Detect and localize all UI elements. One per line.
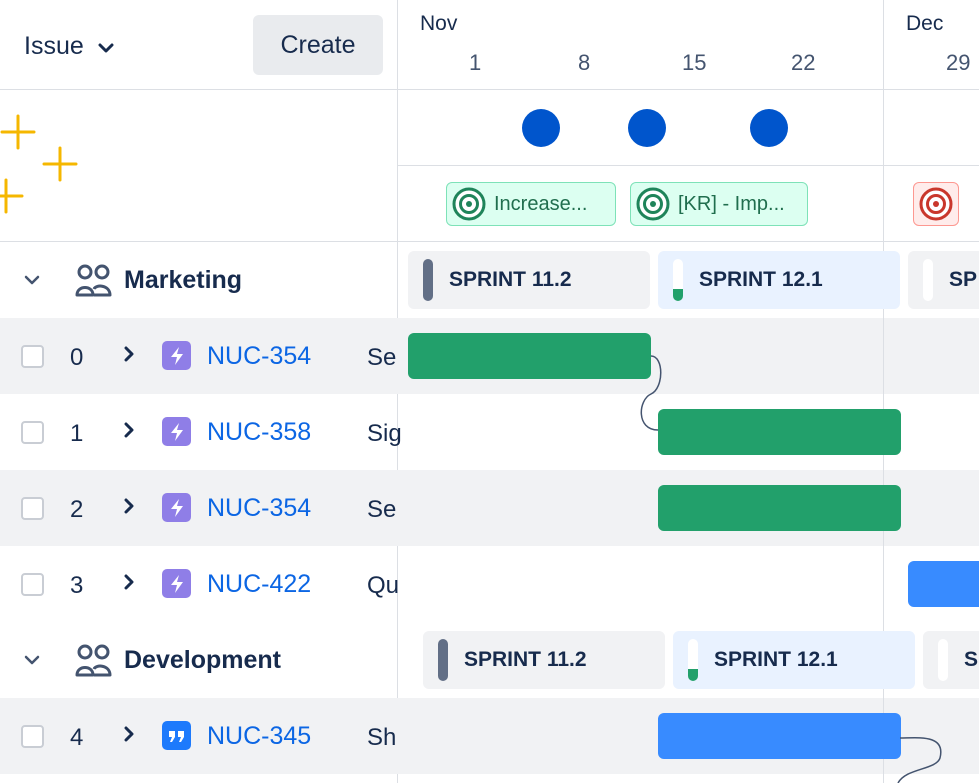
sprint-label: SPRINT 12.1: [699, 268, 823, 291]
sprint-label: SPRINT 12.1: [714, 648, 838, 671]
month-label: Nov: [420, 12, 458, 35]
chevron-right-icon[interactable]: [123, 342, 135, 368]
people-icon: [74, 642, 114, 683]
sprint-progress: [938, 639, 948, 681]
sprint-progress: [923, 259, 933, 301]
sprint-progress: [423, 259, 433, 301]
issue-key-link[interactable]: NUC-354: [207, 494, 311, 523]
people-icon: [74, 262, 114, 303]
day-label: 8: [578, 50, 591, 75]
sprint-label: SPRINT 11.2: [464, 648, 587, 671]
sprint-label: SPRINT 11.2: [449, 268, 572, 291]
target-icon: [919, 187, 953, 221]
sprint-chip[interactable]: SPRINT 12.1: [658, 251, 900, 309]
sprint-label: SP: [949, 268, 978, 291]
issue-summary: Se: [367, 344, 397, 371]
story-icon: [162, 721, 191, 750]
issue-summary: Sh: [367, 724, 397, 751]
milestone-marker[interactable]: [628, 109, 666, 147]
issue-summary: Qu: [367, 572, 400, 599]
sprint-chip[interactable]: SPRINT 11.2: [408, 251, 650, 309]
day-label: 1: [469, 50, 482, 75]
issue-column-header[interactable]: Issue: [24, 32, 114, 61]
epic-icon: [162, 341, 191, 370]
day-label: 22: [791, 50, 816, 75]
epic-icon: [162, 493, 191, 522]
dependency-line[interactable]: [628, 350, 678, 440]
row-checkbox[interactable]: [21, 573, 44, 596]
issue-key-link[interactable]: NUC-422: [207, 570, 311, 599]
epic-bar[interactable]: [908, 561, 979, 607]
issue-summary: Se: [367, 496, 397, 523]
row-checkbox[interactable]: [21, 421, 44, 444]
issue-header-label: Issue: [24, 32, 84, 60]
target-icon: [636, 187, 670, 221]
dependency-line[interactable]: [888, 730, 958, 783]
target-icon: [452, 187, 486, 221]
group-name: Development: [124, 646, 281, 674]
epic-bar[interactable]: [658, 409, 901, 455]
sprint-progress: [438, 639, 448, 681]
timeline-pane: Nov Dec 1 8 15 22 29 Increase... [KR] - …: [398, 0, 979, 783]
sprint-chip[interactable]: S: [923, 631, 979, 689]
goal-chip[interactable]: [KR] - Imp...: [630, 182, 808, 226]
story-bar[interactable]: [658, 713, 901, 759]
chevron-right-icon[interactable]: [123, 494, 135, 520]
chevron-down-icon[interactable]: [24, 653, 40, 671]
row-number: 2: [70, 496, 84, 523]
create-button[interactable]: Create: [253, 15, 383, 75]
goal-chip[interactable]: [913, 182, 959, 226]
sprint-progress: [688, 639, 698, 681]
row-checkbox[interactable]: [21, 497, 44, 520]
sprint-chip[interactable]: SP: [908, 251, 979, 309]
issue-key-link[interactable]: NUC-345: [207, 722, 311, 751]
row-checkbox[interactable]: [21, 725, 44, 748]
sprint-label: S: [964, 648, 979, 671]
issue-key-link[interactable]: NUC-354: [207, 342, 311, 371]
day-label: 15: [682, 50, 707, 75]
row-number: 1: [70, 420, 84, 447]
row-number: 4: [70, 724, 84, 751]
chevron-down-icon: [98, 32, 114, 61]
row-number: 3: [70, 572, 84, 599]
issue-summary: Sig: [367, 420, 402, 447]
sprint-chip[interactable]: SPRINT 11.2: [423, 631, 665, 689]
month-label: Dec: [906, 12, 944, 35]
sprint-progress: [673, 259, 683, 301]
epic-bar[interactable]: [658, 485, 901, 531]
chevron-right-icon[interactable]: [123, 570, 135, 596]
epic-icon: [162, 569, 191, 598]
goal-label: Increase...: [494, 192, 588, 215]
goal-chip[interactable]: Increase...: [446, 182, 616, 226]
chevron-down-icon[interactable]: [24, 273, 40, 291]
milestone-marker[interactable]: [522, 109, 560, 147]
epic-bar[interactable]: [408, 333, 651, 379]
epic-icon: [162, 417, 191, 446]
group-name: Marketing: [124, 266, 243, 294]
sprint-chip[interactable]: SPRINT 12.1: [673, 631, 915, 689]
issue-key-link[interactable]: NUC-358: [207, 418, 311, 447]
milestone-marker[interactable]: [750, 109, 788, 147]
day-label: 29: [946, 50, 971, 75]
sparkle-icon: [0, 112, 90, 227]
chevron-right-icon[interactable]: [123, 418, 135, 444]
row-checkbox[interactable]: [21, 345, 44, 368]
goal-label: [KR] - Imp...: [678, 192, 785, 215]
chevron-right-icon[interactable]: [123, 722, 135, 748]
row-number: 0: [70, 344, 84, 371]
